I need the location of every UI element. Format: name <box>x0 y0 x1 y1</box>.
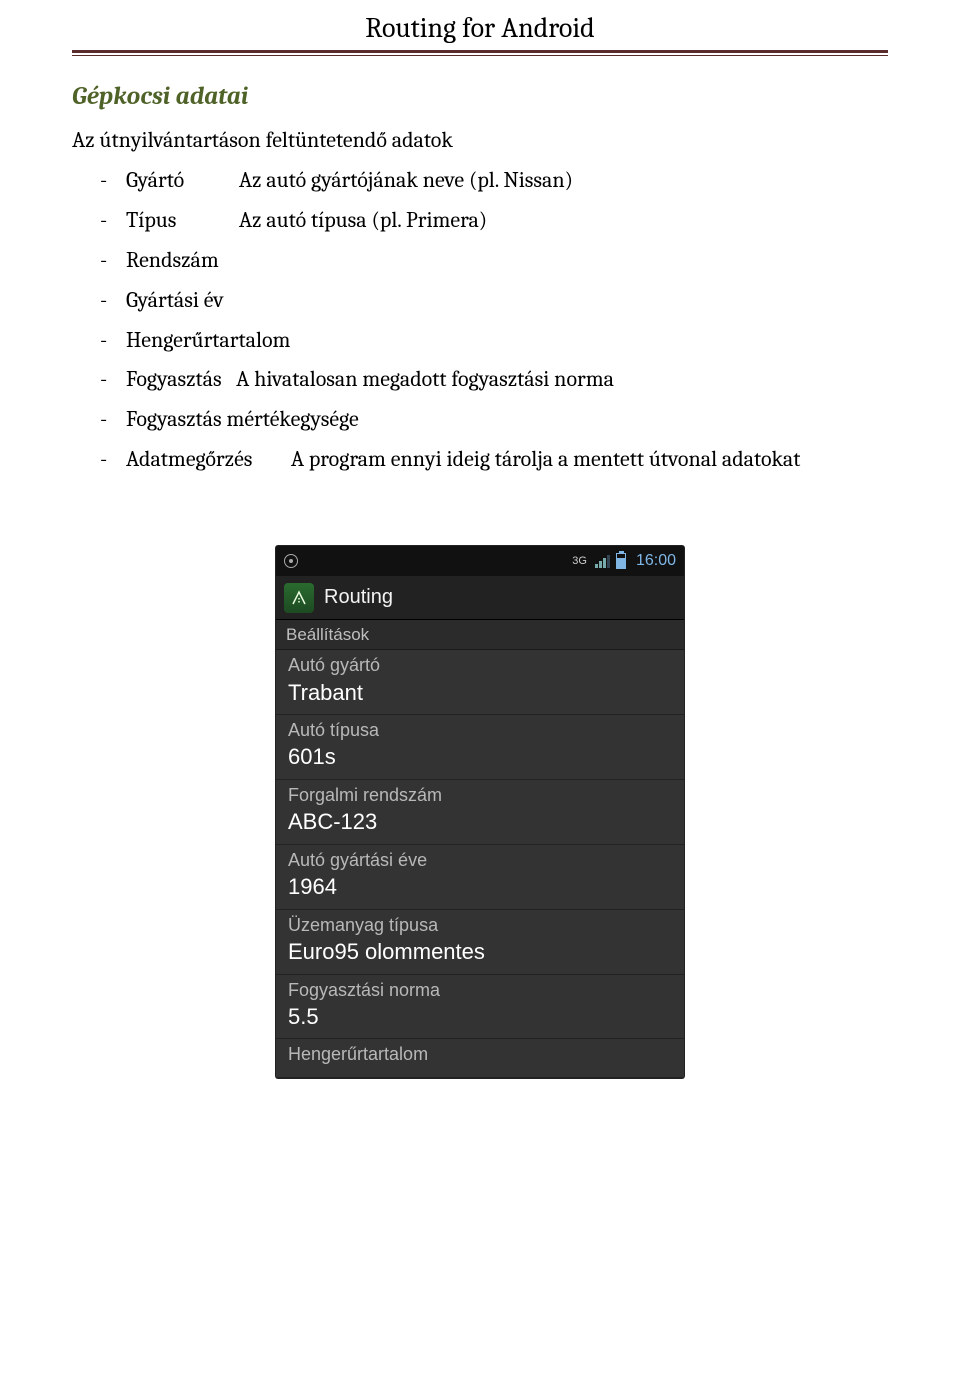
setting-key: Fogyasztási norma <box>288 979 674 1002</box>
field-label: Típus <box>126 205 234 237</box>
list-item: Hengerűrtartalom <box>126 325 888 357</box>
status-bar: 3G 16:00 <box>276 546 684 576</box>
field-label: Adatmegőrzés <box>126 444 286 476</box>
setting-row[interactable]: Hengerűrtartalom <box>276 1039 684 1077</box>
field-label: Hengerűrtartalom <box>126 327 290 353</box>
setting-value: 1964 <box>288 873 674 901</box>
setting-row[interactable]: Autó gyártó Trabant <box>276 650 684 715</box>
setting-key: Autó típusa <box>288 719 674 742</box>
field-desc: A program ennyi ideig tárolja a mentett … <box>291 446 801 472</box>
setting-value: Trabant <box>288 679 674 707</box>
field-desc: Az autó gyártójának neve (pl. Nissan) <box>239 167 573 193</box>
header-rule <box>72 50 888 56</box>
app-header: Routing <box>276 576 684 620</box>
setting-key: Üzemanyag típusa <box>288 914 674 937</box>
setting-value: 601s <box>288 743 674 771</box>
list-item: Gyártási év <box>126 285 888 317</box>
field-desc: A hivatalosan megadott fogyasztási norma <box>236 366 614 392</box>
setting-row[interactable]: Autó típusa 601s <box>276 715 684 780</box>
setting-value: ABC-123 <box>288 808 674 836</box>
setting-value: Euro95 olommentes <box>288 938 674 966</box>
list-item: Fogyasztás mértékegysége <box>126 404 888 436</box>
list-item: Adatmegőrzés A program ennyi ideig tárol… <box>126 444 888 476</box>
gps-icon <box>284 554 298 568</box>
app-icon <box>284 583 314 613</box>
field-desc: Az autó típusa (pl. Primera) <box>239 207 487 233</box>
list-item: Gyártó Az autó gyártójának neve (pl. Nis… <box>126 165 888 197</box>
field-label: Gyártási év <box>126 287 224 313</box>
field-label: Fogyasztás <box>126 366 222 392</box>
app-title: Routing <box>324 586 393 609</box>
intro-text: Az útnyilvántartáson feltüntetendő adato… <box>72 127 888 153</box>
clock: 16:00 <box>636 552 676 570</box>
list-item: Rendszám <box>126 245 888 277</box>
battery-icon <box>616 553 626 569</box>
list-item: Típus Az autó típusa (pl. Primera) <box>126 205 888 237</box>
setting-row[interactable]: Üzemanyag típusa Euro95 olommentes <box>276 910 684 975</box>
setting-key: Autó gyártó <box>288 654 674 677</box>
network-label: 3G <box>572 555 587 567</box>
page-title: Routing for Android <box>72 12 888 48</box>
field-list: Gyártó Az autó gyártójának neve (pl. Nis… <box>72 165 888 476</box>
setting-value: 5.5 <box>288 1003 674 1031</box>
setting-row[interactable]: Fogyasztási norma 5.5 <box>276 975 684 1040</box>
settings-section-label: Beállítások <box>276 620 684 650</box>
setting-row[interactable]: Forgalmi rendszám ABC-123 <box>276 780 684 845</box>
field-label: Fogyasztás mértékegysége <box>126 406 359 432</box>
field-label: Rendszám <box>126 247 219 273</box>
list-item: Fogyasztás A hivatalosan megadott fogyas… <box>126 364 888 396</box>
setting-key: Hengerűrtartalom <box>288 1043 674 1066</box>
section-heading: Gépkocsi adatai <box>72 82 888 111</box>
setting-row[interactable]: Autó gyártási éve 1964 <box>276 845 684 910</box>
signal-icon <box>595 554 610 568</box>
field-label: Gyártó <box>126 165 234 197</box>
phone-screenshot: 3G 16:00 Routing Beállítások Autó gyártó… <box>276 546 684 1078</box>
setting-key: Forgalmi rendszám <box>288 784 674 807</box>
setting-key: Autó gyártási éve <box>288 849 674 872</box>
